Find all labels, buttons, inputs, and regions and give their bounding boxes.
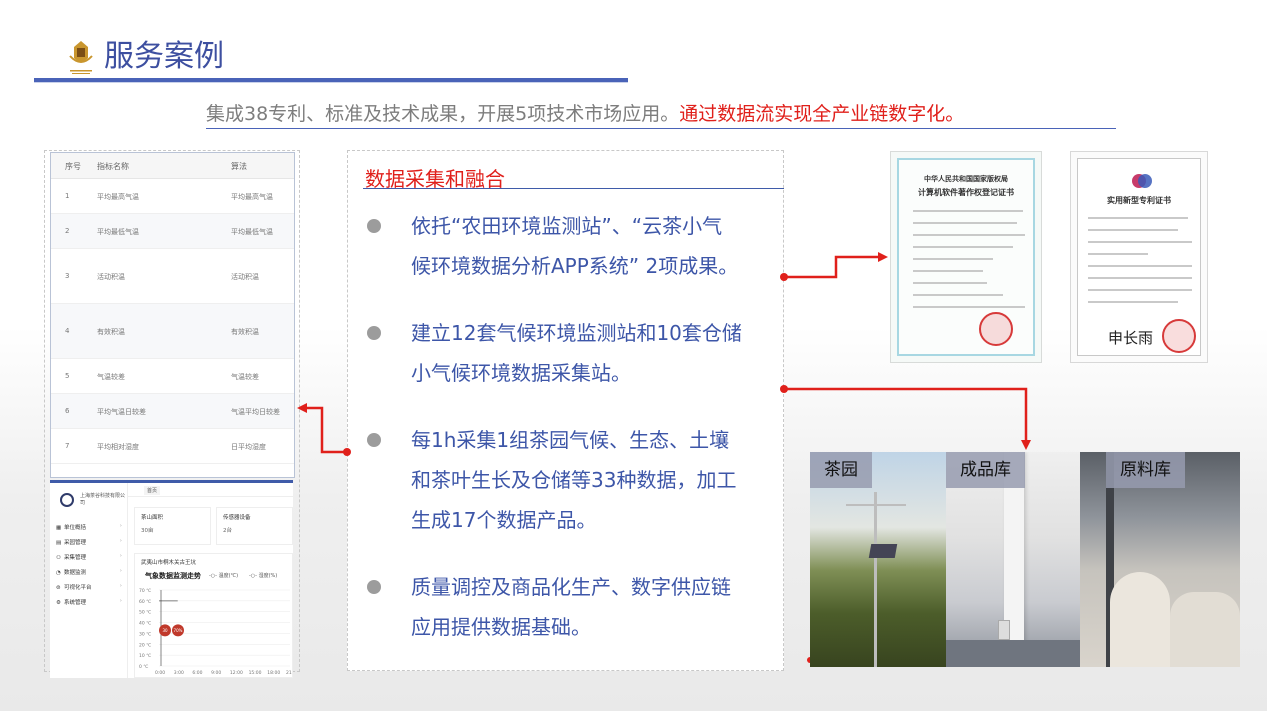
photo-label-tea-garden: 茶园: [810, 452, 872, 488]
certificate-issuer: 中华人民共和国国家版权局: [924, 175, 1008, 183]
solar-panel: [868, 544, 898, 558]
certificate-title: 计算机软件著作权登记证书: [918, 188, 1014, 197]
patent-emblem-icon: [1132, 174, 1152, 188]
connector-to-certificate: [780, 252, 888, 281]
certificate-frame: 实用新型专利证书 申长雨: [1077, 158, 1201, 356]
photo-label-raw-warehouse: 原料库: [1106, 452, 1185, 488]
material-sacks: [1110, 572, 1170, 667]
finished-goods-warehouse-photo: 成品库: [946, 452, 1080, 667]
connector-left: [297, 403, 351, 456]
patent-certificate-image: 实用新型专利证书 申长雨: [1070, 151, 1208, 363]
copyright-certificate-image: 中华人民共和国国家版权局 计算机软件著作权登记证书: [890, 151, 1042, 363]
tea-garden-photo: 茶园: [810, 452, 946, 667]
connector-to-photos: [780, 385, 1031, 450]
raw-material-warehouse-photo: 原料库: [1080, 452, 1240, 667]
official-seal-icon: [979, 312, 1013, 346]
photo-label-finished-warehouse: 成品库: [946, 452, 1025, 488]
sensor-box: [998, 620, 1010, 640]
certificate-title: 实用新型专利证书: [1107, 196, 1171, 205]
official-seal-icon: [1162, 319, 1196, 353]
director-signature: 申长雨: [1108, 329, 1154, 347]
certificate-frame: 中华人民共和国国家版权局 计算机软件著作权登记证书: [897, 158, 1035, 356]
